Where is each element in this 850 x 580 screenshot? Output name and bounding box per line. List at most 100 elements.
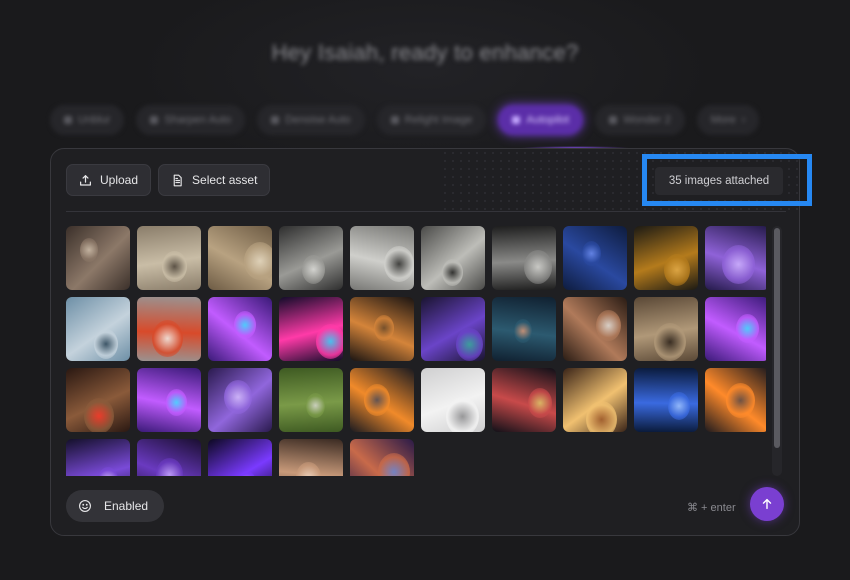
image-thumbnail[interactable] xyxy=(279,368,343,432)
thumbnail-subject xyxy=(80,238,98,262)
image-thumbnail[interactable] xyxy=(634,297,698,361)
relight-icon xyxy=(390,116,399,124)
mode-wonder[interactable]: Wonder 2 xyxy=(595,105,685,135)
thumbnail-subject xyxy=(238,471,256,476)
thumbnail-subject xyxy=(234,311,256,339)
image-thumbnail[interactable] xyxy=(492,226,556,290)
mode-label: Unblur xyxy=(78,114,111,126)
image-thumbnail[interactable] xyxy=(208,439,272,476)
image-thumbnail[interactable] xyxy=(208,297,272,361)
image-thumbnail[interactable] xyxy=(279,226,343,290)
image-thumbnail[interactable] xyxy=(634,368,698,432)
image-thumbnail[interactable] xyxy=(350,368,414,432)
denoise-icon xyxy=(271,116,280,124)
thumbnail-subject xyxy=(442,259,463,286)
attachment-panel: Upload Select asset 35 images attached E… xyxy=(50,148,800,536)
thumbnail-subject xyxy=(668,392,690,420)
upload-button[interactable]: Upload xyxy=(66,164,152,196)
image-thumbnail[interactable] xyxy=(137,297,201,361)
image-thumbnail[interactable] xyxy=(350,439,414,476)
thumbnail-subject xyxy=(726,383,755,418)
thumbnail-subject xyxy=(736,314,759,343)
thumbnail-subject xyxy=(664,254,690,286)
image-thumbnail[interactable] xyxy=(563,297,627,361)
thumbnail-subject xyxy=(596,310,621,341)
upload-label: Upload xyxy=(100,173,139,187)
select-asset-button[interactable]: Select asset xyxy=(158,164,271,196)
scrollbar[interactable] xyxy=(772,226,782,476)
image-thumbnail[interactable] xyxy=(705,297,766,361)
document-icon xyxy=(173,174,182,186)
thumbnail-subject xyxy=(374,315,394,341)
image-thumbnail[interactable] xyxy=(421,297,485,361)
image-thumbnail[interactable] xyxy=(279,297,343,361)
select-asset-label: Select asset xyxy=(192,173,258,187)
unblur-icon xyxy=(64,116,72,124)
thumbnail-subject xyxy=(98,467,118,476)
image-thumbnail[interactable] xyxy=(492,297,556,361)
image-thumbnail[interactable] xyxy=(66,368,130,432)
keyboard-shortcut-hint: ⌘ + enter xyxy=(687,502,736,514)
image-thumbnail[interactable] xyxy=(208,368,272,432)
image-thumbnail[interactable] xyxy=(634,226,698,290)
thumbnail-subject xyxy=(456,328,483,361)
thumbnail-subject xyxy=(156,458,183,476)
image-thumbnail[interactable] xyxy=(563,226,627,290)
image-thumbnail[interactable] xyxy=(350,226,414,290)
upload-icon xyxy=(80,174,91,186)
mode-denoise[interactable]: Denoise Auto xyxy=(257,105,365,135)
enabled-label: Enabled xyxy=(104,499,149,513)
mode-sharpen[interactable]: Sharpen Auto xyxy=(136,105,246,135)
thumbnail-subject xyxy=(162,251,187,282)
arrow-up-icon xyxy=(762,498,772,510)
mode-unblur[interactable]: Unblur xyxy=(50,105,125,135)
image-thumbnail[interactable] xyxy=(66,297,130,361)
thumbnail-subject xyxy=(528,388,552,418)
mode-label: Denoise Auto xyxy=(285,114,351,126)
image-thumbnail[interactable] xyxy=(137,439,201,476)
mode-relight[interactable]: Relight Image xyxy=(376,105,487,135)
image-thumbnail[interactable] xyxy=(137,226,201,290)
thumbnail-subject xyxy=(316,324,343,359)
mode-more[interactable]: More › xyxy=(696,105,760,135)
image-thumbnail[interactable] xyxy=(137,368,201,432)
thumbnail-subject xyxy=(152,320,183,357)
thumbnail-subject xyxy=(654,323,686,361)
image-thumbnail[interactable] xyxy=(421,368,485,432)
image-thumbnail[interactable] xyxy=(705,226,766,290)
thumbnail-subject xyxy=(446,397,479,432)
image-thumbnail[interactable] xyxy=(279,439,343,476)
thumbnail-subject xyxy=(722,245,755,284)
autopilot-icon xyxy=(512,116,521,124)
image-thumbnail[interactable] xyxy=(563,368,627,432)
wonder-icon xyxy=(609,116,618,124)
thumbnail-subject xyxy=(384,246,414,282)
image-thumbnail[interactable] xyxy=(350,297,414,361)
thumbnail-subject xyxy=(364,384,390,416)
mode-autopilot[interactable]: Autopilot xyxy=(498,105,584,135)
thumbnail-subject xyxy=(166,389,187,416)
image-thumbnail[interactable] xyxy=(421,226,485,290)
sharpen-icon xyxy=(150,116,159,124)
mode-label: Sharpen Auto xyxy=(164,114,232,126)
image-thumbnail[interactable] xyxy=(66,439,130,476)
thumbnail-subject xyxy=(224,380,252,414)
thumbnail-subject xyxy=(84,398,114,432)
attached-count: 35 images attached xyxy=(655,167,783,195)
image-thumbnail[interactable] xyxy=(492,368,556,432)
enabled-toggle[interactable]: Enabled xyxy=(66,490,164,522)
image-thumbnail[interactable] xyxy=(705,368,766,432)
greeting-heading: Hey Isaiah, ready to enhance? xyxy=(271,40,579,65)
image-thumbnail[interactable] xyxy=(66,226,130,290)
thumbnail-subject xyxy=(302,255,325,284)
scrollbar-thumb[interactable] xyxy=(774,228,780,448)
thumbnail-subject xyxy=(586,401,617,432)
submit-button[interactable] xyxy=(750,487,784,521)
thumbnail-subject xyxy=(296,462,321,476)
thumbnail-subject xyxy=(582,241,601,266)
thumbnail-subject xyxy=(94,329,118,359)
divider xyxy=(66,211,786,212)
image-thumbnail[interactable] xyxy=(208,226,272,290)
mode-selector: Unblur Sharpen Auto Denoise Auto Relight… xyxy=(50,104,800,136)
image-grid-scroll[interactable] xyxy=(66,226,766,476)
